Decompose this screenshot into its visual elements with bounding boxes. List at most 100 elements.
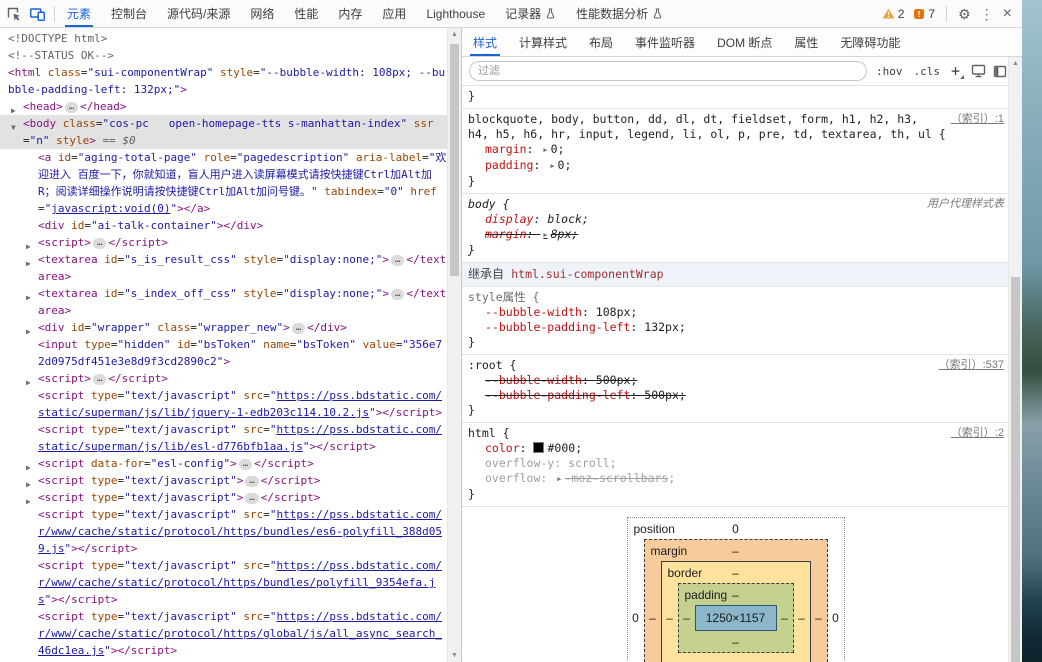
styles-filter-input[interactable] xyxy=(469,61,867,81)
color-swatch[interactable] xyxy=(533,442,544,453)
inherited-node-link[interactable]: html.sui-componentWrap xyxy=(511,267,663,281)
shorthand-expand-icon[interactable]: ▶ xyxy=(543,231,547,239)
dom-tree-row[interactable]: ▶<div id="wrapper" class="wrapper_new">…… xyxy=(0,319,448,336)
dom-tree-row[interactable]: ▶<textarea id="s_index_off_css" style="d… xyxy=(0,285,448,319)
dom-tree-row[interactable]: <script type="text/javascript" src="http… xyxy=(0,421,448,455)
css-property[interactable]: overflow-y: scroll; xyxy=(468,456,1004,471)
dom-tree-row[interactable]: ▶<head>…</head> xyxy=(0,98,448,115)
expand-icon[interactable]: ▶ xyxy=(26,255,31,272)
dom-tree-row[interactable]: ▼<body class="cos-pc open-homepage-tts s… xyxy=(0,115,448,149)
dom-tree-row[interactable]: <input type="hidden" id="bsToken" name="… xyxy=(0,336,448,370)
box-model-layer-padding[interactable]: padding––1250×1157–– xyxy=(678,583,794,653)
sidebar-tab-样式[interactable]: 样式 xyxy=(462,28,508,56)
css-property[interactable]: margin: ▶8px; xyxy=(468,227,1004,243)
inline-expand-icon[interactable]: … xyxy=(245,493,258,504)
dom-tree-row[interactable]: ▶<script type="text/javascript">…</scrip… xyxy=(0,472,448,489)
styles-scrollbar[interactable]: ▲ xyxy=(1008,57,1022,662)
css-property[interactable]: color: #000; xyxy=(468,441,1004,456)
rule-source-link[interactable]: （索引）:1 xyxy=(951,112,1004,127)
rule-selector-line[interactable]: 用户代理样式表body { xyxy=(468,197,1004,212)
issues-badge[interactable]: 7 xyxy=(913,7,935,21)
sidebar-tab-计算样式[interactable]: 计算样式 xyxy=(508,28,578,56)
dom-tree-row[interactable]: <html class="sui-componentWrap" style="-… xyxy=(0,64,448,98)
css-property[interactable]: padding: ▶0; xyxy=(468,158,1004,174)
more-menu-icon[interactable]: ⋮ xyxy=(980,7,994,21)
inline-expand-icon[interactable]: … xyxy=(292,323,305,334)
css-property[interactable]: margin: ▶0; xyxy=(468,142,1004,158)
tab-Lighthouse[interactable]: Lighthouse xyxy=(416,0,495,27)
warnings-badge[interactable]: 2 xyxy=(882,7,905,21)
tab-性能数据分析[interactable]: 性能数据分析 xyxy=(566,0,673,27)
shorthand-expand-icon[interactable]: ▶ xyxy=(550,162,554,170)
device-toolbar-icon[interactable] xyxy=(29,6,46,22)
dom-tree-row[interactable]: <script type="text/javascript" src="http… xyxy=(0,506,448,557)
scrollbar-thumb[interactable] xyxy=(1011,277,1020,662)
dom-tree-row[interactable]: <div id="ai-talk-container"></div> xyxy=(0,217,448,234)
settings-gear-icon[interactable]: ⚙ xyxy=(958,7,971,21)
css-property[interactable]: overflow: ▶-moz-scrollbars; xyxy=(468,471,1004,487)
expand-icon[interactable]: ▶ xyxy=(26,289,31,306)
scrollbar-thumb[interactable] xyxy=(450,44,459,276)
sidebar-tab-无障碍功能[interactable]: 无障碍功能 xyxy=(829,28,911,56)
box-model-layer-border[interactable]: border––padding––1250×1157–––– xyxy=(661,561,811,662)
inline-expand-icon[interactable]: … xyxy=(93,238,106,249)
dom-tree-row[interactable]: <!--STATUS OK--> xyxy=(0,47,448,64)
dom-tree-row[interactable]: <a id="aging-total-page" role="pagedescr… xyxy=(0,149,448,217)
rendering-emulation-icon[interactable] xyxy=(971,64,986,78)
inline-expand-icon[interactable]: … xyxy=(93,374,106,385)
dom-tree-row[interactable]: <!DOCTYPE html> xyxy=(0,30,448,47)
dom-tree-row[interactable]: <script type="text/javascript" src="http… xyxy=(0,608,448,659)
scroll-up-icon[interactable]: ▲ xyxy=(448,28,461,41)
elements-scrollbar[interactable]: ▲ ▼ xyxy=(447,28,461,662)
tab-源代码/来源[interactable]: 源代码/来源 xyxy=(157,0,240,27)
close-devtools-icon[interactable]: × xyxy=(1003,7,1012,21)
rule-selector-line[interactable]: style属性 { xyxy=(468,290,1004,305)
inline-expand-icon[interactable]: … xyxy=(391,255,404,266)
inline-expand-icon[interactable]: … xyxy=(239,459,252,470)
sidebar-tab-DOM 断点[interactable]: DOM 断点 xyxy=(706,28,783,56)
dom-tree-row[interactable]: ▶<script>…</script> xyxy=(0,234,448,251)
toggle-pseudo-state-button[interactable]: :hov xyxy=(874,64,905,79)
dom-tree-row[interactable]: ▶<textarea id="s_is_result_css" style="d… xyxy=(0,251,448,285)
dom-tree-row[interactable]: <script type="text/javascript" src="http… xyxy=(0,557,448,608)
dom-tree-row[interactable]: ▶<script data-for="esl-config">…</script… xyxy=(0,455,448,472)
tab-内存[interactable]: 内存 xyxy=(328,0,372,27)
inline-expand-icon[interactable]: … xyxy=(391,289,404,300)
css-property[interactable]: --bubble-width: 108px; xyxy=(468,305,1004,320)
box-model-content[interactable]: 1250×1157 xyxy=(695,605,777,631)
css-property[interactable]: --bubble-padding-left: 500px; xyxy=(468,388,1004,403)
sidebar-tab-布局[interactable]: 布局 xyxy=(578,28,624,56)
resource-link[interactable]: javascript:void(0) xyxy=(51,202,170,215)
inline-expand-icon[interactable]: … xyxy=(245,476,258,487)
rule-selector-line[interactable]: （索引）:2html { xyxy=(468,426,1004,441)
scroll-down-icon[interactable]: ▼ xyxy=(448,649,461,662)
shorthand-expand-icon[interactable]: ▶ xyxy=(543,146,547,154)
sidebar-tab-事件监听器[interactable]: 事件监听器 xyxy=(624,28,706,56)
inspect-element-icon[interactable] xyxy=(6,6,22,22)
tab-记录器[interactable]: 记录器 xyxy=(495,0,566,27)
css-property[interactable]: display: block; xyxy=(468,212,1004,227)
css-property[interactable]: --bubble-width: 500px; xyxy=(468,373,1004,388)
tab-元素[interactable]: 元素 xyxy=(57,0,101,27)
shorthand-expand-icon[interactable]: ▶ xyxy=(557,475,561,483)
dom-tree-row[interactable]: ▶<script>…</script> xyxy=(0,370,448,387)
sidebar-tab-属性[interactable]: 属性 xyxy=(783,28,829,56)
box-model-layer-position[interactable]: position00margin––border––padding––1250×… xyxy=(627,517,845,662)
box-model-layer-margin[interactable]: margin––border––padding––1250×1157–––––– xyxy=(644,539,828,662)
inline-expand-icon[interactable]: … xyxy=(65,102,78,113)
tab-应用[interactable]: 应用 xyxy=(372,0,416,27)
computed-sidebar-toggle-icon[interactable] xyxy=(993,65,1007,78)
tab-控制台[interactable]: 控制台 xyxy=(101,0,157,27)
rule-selector-line[interactable]: （索引）:537:root { xyxy=(468,358,1004,373)
scroll-up-icon[interactable]: ▲ xyxy=(1009,57,1022,70)
rule-source-link[interactable]: （索引）:537 xyxy=(939,358,1004,373)
rule-selector-line[interactable]: （索引）:1blockquote, body, button, dd, dl, … xyxy=(468,112,1004,142)
toggle-class-button[interactable]: .cls xyxy=(911,64,942,79)
dom-tree-row[interactable]: ▶<script type="text/javascript">…</scrip… xyxy=(0,489,448,506)
collapse-icon[interactable]: ▼ xyxy=(11,119,16,136)
tab-网络[interactable]: 网络 xyxy=(240,0,284,27)
rule-source-link[interactable]: （索引）:2 xyxy=(951,426,1004,441)
dom-tree-row[interactable]: <script type="text/javascript" src="http… xyxy=(0,387,448,421)
tab-性能[interactable]: 性能 xyxy=(284,0,328,27)
new-style-rule-button[interactable]: + xyxy=(949,64,964,78)
